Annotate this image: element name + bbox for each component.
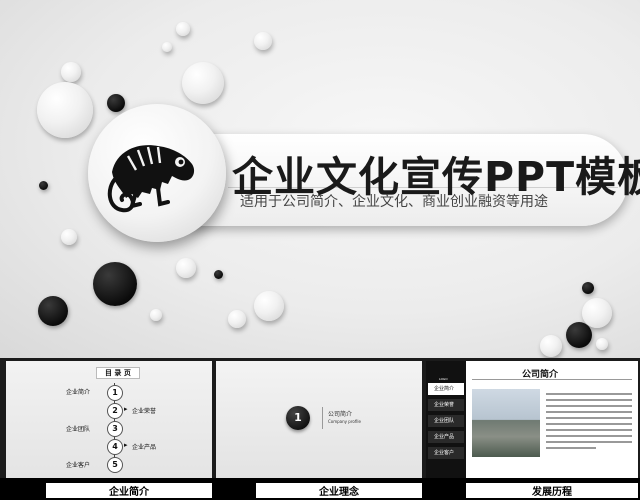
decor-black-circle — [93, 262, 137, 306]
profile-text-line — [546, 429, 632, 431]
decor-white-circle — [150, 309, 162, 321]
profile-nav-item[interactable]: 企业客户 — [428, 447, 464, 459]
decor-black-circle — [214, 270, 223, 279]
toc-number: 4 — [107, 439, 123, 455]
profile-nav-item[interactable]: 企业团队 — [428, 415, 464, 427]
toc-number: 3 — [107, 421, 123, 437]
profile-text-line — [546, 435, 632, 437]
thumbnail-profile-slide[interactable]: LOGO 企业简介 企业荣誉 企业团队 企业产品 企业客户 公司简介 — [426, 361, 638, 478]
toc-number: 1 — [107, 385, 123, 401]
decor-black-circle — [107, 94, 125, 112]
profile-sidebar: LOGO 企业简介 企业荣誉 企业团队 企业产品 企业客户 — [426, 361, 466, 478]
decor-white-circle — [182, 62, 224, 104]
section-number-badge: 1 — [286, 406, 310, 430]
logo-caption: LOGO — [439, 377, 448, 381]
decor-white-circle — [254, 32, 272, 50]
hero-slide[interactable]: 企业文化宣传PPT模板 适用于公司简介、企业文化、商业创业融资等用途 — [0, 0, 640, 358]
decor-white-circle — [540, 335, 562, 357]
profile-nav-item[interactable]: 企业简介 — [428, 383, 464, 395]
profile-title-rule — [472, 379, 632, 380]
thumbnail-philosophy-slide[interactable]: 企业理念 — [216, 478, 422, 500]
bottom-slide-title: 企业简介 — [46, 483, 212, 498]
subtitle: 适用于公司简介、企业文化、商业创业融资等用途 — [240, 194, 548, 210]
toc-heading: 目 录 页 — [96, 367, 140, 379]
section-subtitle: Company profile — [328, 419, 361, 424]
decor-white-circle — [582, 298, 612, 328]
thumbnail-intro-slide[interactable]: 企业简介 — [6, 478, 212, 500]
decor-black-circle — [582, 282, 594, 294]
decor-white-circle — [596, 338, 608, 350]
decor-black-circle — [566, 322, 592, 348]
profile-text-line — [546, 405, 632, 407]
profile-text-line — [546, 441, 632, 443]
profile-text-line — [546, 423, 632, 425]
building-photo — [472, 389, 540, 457]
profile-text-line — [546, 399, 632, 401]
decor-white-circle — [176, 258, 196, 278]
thumbnail-history-slide[interactable]: 发展历程 — [426, 478, 638, 500]
decor-white-circle — [162, 42, 172, 52]
profile-nav-item[interactable]: 企业产品 — [428, 431, 464, 443]
decor-white-circle — [228, 310, 246, 328]
bottom-thumbnail-row: 企业简介 企业理念 发展历程 — [0, 478, 640, 500]
decor-white-circle — [37, 82, 93, 138]
logo-disc — [88, 104, 226, 242]
section-divider — [322, 407, 323, 429]
toc-item-label: 企业团队 — [66, 426, 91, 433]
toc-item-label: 企业荣誉 — [132, 408, 157, 415]
chevron-right-icon: ▸ — [124, 405, 128, 413]
toc-number: 2 — [107, 403, 123, 419]
decor-black-circle — [39, 181, 48, 190]
thumbnail-section-slide[interactable]: 1 公司简介 Company profile — [216, 361, 422, 478]
profile-text-line — [546, 393, 632, 395]
decor-white-circle — [254, 291, 284, 321]
toc-number: 5 — [107, 457, 123, 473]
toc-item-label: 企业客户 — [66, 462, 91, 469]
decor-white-circle — [61, 229, 77, 245]
profile-nav-item[interactable]: 企业荣誉 — [428, 399, 464, 411]
chevron-right-icon: ▸ — [124, 441, 128, 449]
thumbnail-toc-slide[interactable]: 目 录 页 1 企业简介 2 ▸ 企业荣誉 3 企业团队 4 ▸ 企业产品 5 … — [6, 361, 212, 478]
decor-black-circle — [38, 296, 68, 326]
toc-item-label: 企业简介 — [66, 389, 91, 396]
bottom-slide-title: 发展历程 — [466, 483, 638, 498]
decor-white-circle — [61, 62, 81, 82]
chameleon-logo-icon — [107, 145, 195, 213]
decor-white-circle — [176, 22, 190, 36]
bottom-slide-title: 企业理念 — [256, 483, 422, 498]
toc-item-label: 企业产品 — [132, 444, 157, 451]
profile-text-line — [546, 411, 632, 413]
profile-text-line — [546, 447, 596, 449]
profile-text-line — [546, 417, 632, 419]
section-title: 公司简介 — [328, 411, 353, 418]
